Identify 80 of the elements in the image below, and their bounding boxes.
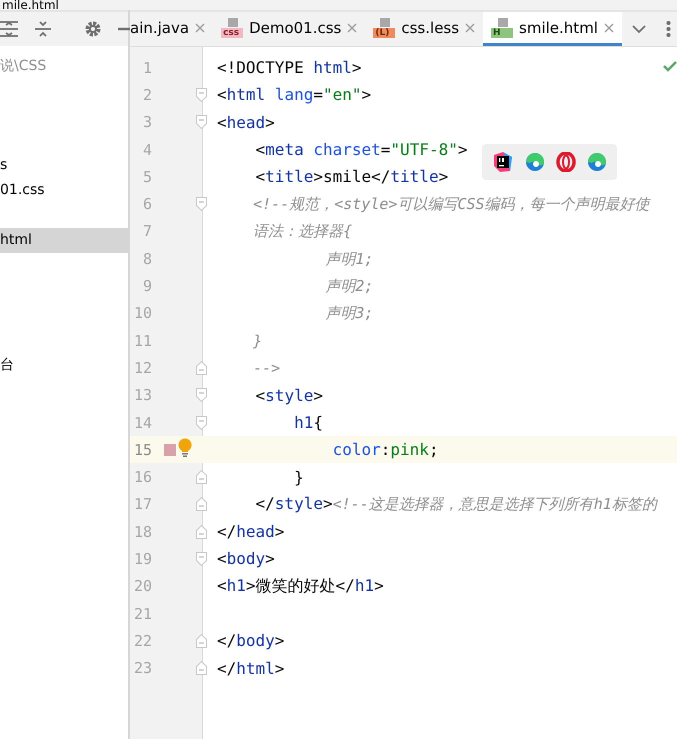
project-tree-item[interactable]: 台 — [0, 353, 128, 378]
code-line: </html> — [217, 658, 284, 678]
fold-marker-icon[interactable] — [196, 88, 207, 102]
line-number: 13 — [132, 386, 152, 404]
window-title: mile.html — [1, 0, 59, 11]
editor-tab[interactable]: H smile.html — [483, 12, 622, 46]
code-line: <html lang="en"> — [217, 85, 372, 104]
code-line: <!--规范，<style>可以编写CSS编码，每一个声明最好使 — [252, 194, 650, 214]
code-line: h1{ — [293, 413, 323, 432]
lightbulb-icon[interactable] — [178, 438, 192, 458]
line-number: 20 — [132, 577, 152, 596]
fold-marker-icon[interactable] — [196, 388, 207, 402]
line-number: 5 — [142, 168, 152, 186]
code-line: </head> — [217, 522, 284, 542]
code-line: color:pink; — [332, 440, 439, 460]
code-line: <meta charset="UTF-8"> — [254, 140, 468, 160]
checkmark-icon — [663, 61, 677, 72]
close-icon[interactable] — [465, 22, 476, 32]
close-icon[interactable] — [604, 22, 614, 32]
line-number: 15 — [132, 440, 152, 459]
line-number: 9 — [142, 277, 152, 296]
fold-marker-icon[interactable] — [196, 524, 207, 539]
code-line: 语法：选择器{ — [252, 221, 352, 242]
browser-icon[interactable] — [587, 152, 608, 172]
line-number: 22 — [132, 632, 152, 650]
fold-marker-icon[interactable] — [196, 416, 207, 430]
line-number: 14 — [132, 414, 152, 432]
fold-marker-icon[interactable] — [196, 497, 207, 512]
fold-marker-icon[interactable] — [196, 115, 207, 130]
project-tree-item[interactable]: s — [0, 153, 128, 178]
line-number: 19 — [132, 550, 152, 568]
line-number: 8 — [142, 250, 152, 268]
fold-marker-icon[interactable] — [196, 552, 207, 566]
line-number: 7 — [142, 222, 152, 240]
code-line: 声明2; — [324, 276, 374, 296]
editor-tab[interactable]: css Demo01.css — [213, 12, 366, 46]
line-number: 3 — [142, 113, 152, 132]
project-tree-item[interactable]: html — [0, 228, 128, 253]
line-number: 11 — [132, 332, 152, 350]
code-line: } — [293, 468, 304, 487]
fold-marker-icon[interactable] — [196, 661, 207, 676]
fold-marker-icon[interactable] — [196, 634, 207, 648]
code-line: 声明3; — [324, 303, 374, 324]
chevron-down-icon[interactable] — [632, 25, 646, 33]
line-number: 6 — [142, 195, 152, 214]
editor-tab[interactable]: ain.java — [130, 12, 214, 46]
editor-tab[interactable]: (L) css.less — [365, 12, 484, 46]
close-icon[interactable] — [195, 22, 206, 32]
browser-icon[interactable] — [524, 152, 545, 172]
line-number: 12 — [132, 358, 152, 377]
code-line: <!DOCTYPE html> — [217, 58, 362, 78]
fold-marker-icon[interactable] — [196, 197, 207, 212]
code-line: --> — [252, 358, 280, 378]
code-line: <h1>微笑的好处</h1> — [217, 576, 384, 597]
line-number: 18 — [132, 522, 152, 541]
expand-all-icon[interactable] — [0, 20, 18, 38]
line-number: 17 — [132, 495, 152, 514]
fold-marker-icon[interactable] — [196, 360, 207, 375]
code-line: </style><!--这是选择器，意思是选择下列所有h1标签的 — [254, 494, 657, 514]
line-number: 2 — [142, 86, 152, 104]
line-number: 10 — [132, 304, 152, 322]
ide-logo-icon[interactable] — [492, 151, 514, 173]
more-icon[interactable] — [666, 20, 671, 38]
code-line: <body> — [217, 549, 275, 568]
code-line: 声明1; — [324, 248, 374, 269]
line-number: 21 — [132, 604, 152, 623]
code-line: } — [252, 331, 262, 350]
line-number: 16 — [132, 468, 152, 486]
collapse-all-icon[interactable] — [34, 20, 52, 38]
line-number: 4 — [142, 140, 152, 159]
code-line: <style> — [254, 386, 323, 405]
settings-icon[interactable] — [84, 20, 102, 38]
code-line: <title>smile</title> — [254, 167, 448, 186]
project-tree-item[interactable]: 01.css — [0, 178, 128, 203]
line-number: 23 — [132, 659, 152, 678]
code-line: </body> — [217, 631, 284, 650]
code-line: <head> — [217, 112, 275, 132]
fold-marker-icon[interactable] — [196, 470, 207, 484]
line-number: 1 — [142, 58, 152, 77]
close-icon[interactable] — [347, 22, 358, 32]
